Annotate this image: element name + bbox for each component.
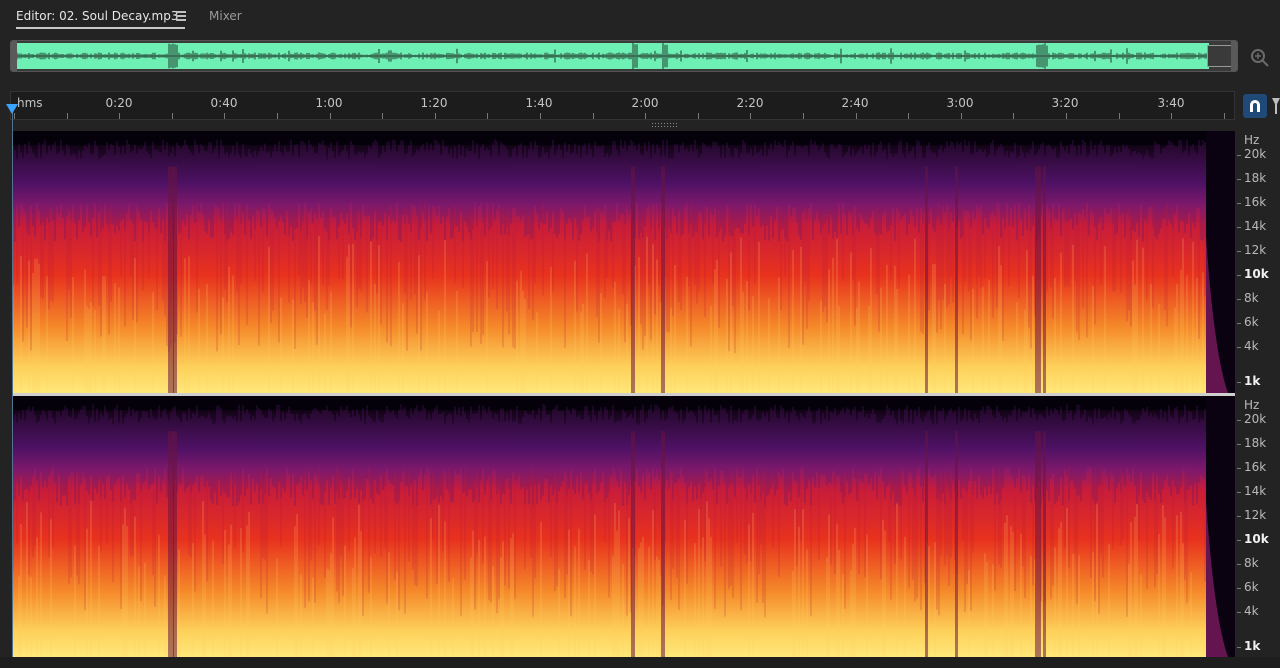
hz-label: 12k	[1244, 508, 1267, 522]
hz-label: 4k	[1244, 604, 1259, 618]
hz-tick	[1237, 251, 1241, 252]
overview-viewport-end[interactable]	[1207, 45, 1233, 67]
ruler-tick	[1224, 113, 1225, 119]
ruler-tick	[67, 113, 68, 119]
hz-label: 1k	[1244, 374, 1261, 388]
frequency-scale-channel-2[interactable]: Hz 20k 18k 16k 14k 12k 10k 8k 6k 4k 1k	[1237, 396, 1280, 657]
hz-label: 10k	[1244, 267, 1269, 281]
ruler-time-label: 3:20	[1051, 96, 1079, 110]
hz-label: 16k	[1244, 460, 1267, 474]
frequency-scale-channel-1[interactable]: Hz 20k 18k 16k 14k 12k 10k 8k 6k 4k 1k	[1237, 131, 1280, 393]
overview-waveform	[17, 43, 1209, 69]
hz-unit-label: Hz	[1244, 398, 1260, 412]
pane-splitter-grip[interactable]	[652, 123, 678, 127]
hz-label: 18k	[1244, 171, 1267, 185]
hz-tick	[1237, 540, 1241, 541]
snap-toggle-button[interactable]	[1243, 94, 1267, 118]
ruler-tick	[172, 113, 173, 119]
ruler-tick	[698, 113, 699, 119]
hz-label: 1k	[1244, 639, 1261, 653]
hz-tick	[1237, 179, 1241, 180]
ruler-tick	[224, 113, 225, 119]
ruler-tick	[908, 113, 909, 119]
tab-editor[interactable]: Editor: 02. Soul Decay.mp3	[16, 9, 179, 23]
spectrogram-image	[13, 396, 1235, 657]
overview-right-handle[interactable]	[1231, 41, 1237, 71]
hz-label: 14k	[1244, 219, 1267, 233]
ruler-tick	[961, 113, 962, 119]
hz-label: 18k	[1244, 436, 1267, 450]
ruler-tick	[119, 113, 120, 119]
ruler-time-label: 2:20	[736, 96, 764, 110]
ruler-tick	[1171, 113, 1172, 119]
ruler-tick	[1066, 113, 1067, 119]
ruler-time-label: 3:40	[1157, 96, 1185, 110]
hz-label: 16k	[1244, 195, 1267, 209]
ruler-time-label: 1:40	[525, 96, 553, 110]
ruler-tick	[593, 113, 594, 119]
ruler-tick	[277, 113, 278, 119]
hz-tick	[1237, 347, 1241, 348]
hz-tick	[1237, 492, 1241, 493]
filter-icon[interactable]	[1272, 96, 1280, 116]
tab-mixer[interactable]: Mixer	[209, 9, 242, 23]
ruler-tick	[435, 113, 436, 119]
hz-label: 8k	[1244, 291, 1259, 305]
hz-tick	[1237, 203, 1241, 204]
ruler-unit-label: hms	[17, 96, 43, 110]
hz-tick	[1237, 382, 1241, 383]
ruler-time-label: 0:40	[210, 96, 238, 110]
hz-label: 4k	[1244, 339, 1259, 353]
hz-tick	[1237, 299, 1241, 300]
ruler-tick	[1119, 113, 1120, 119]
hz-tick	[1237, 516, 1241, 517]
overview-navigator[interactable]	[10, 40, 1238, 72]
hz-tick	[1237, 564, 1241, 565]
spectrogram-channel-1[interactable]	[13, 131, 1235, 393]
hz-tick	[1237, 468, 1241, 469]
ruler-tick	[1013, 113, 1014, 119]
hz-tick	[1237, 275, 1241, 276]
ruler-tick	[803, 113, 804, 119]
magnet-icon	[1250, 100, 1260, 112]
spectrogram-channel-2[interactable]	[13, 396, 1235, 657]
hz-label: 12k	[1244, 243, 1267, 257]
ruler-time-label: 1:00	[315, 96, 343, 110]
active-tab-indicator	[16, 27, 185, 29]
hz-tick	[1237, 323, 1241, 324]
ruler-tick	[330, 113, 331, 119]
ruler-tick	[487, 113, 488, 119]
hz-label: 10k	[1244, 532, 1269, 546]
hz-tick	[1237, 227, 1241, 228]
hz-label: 20k	[1244, 412, 1267, 426]
hz-tick	[1237, 420, 1241, 421]
hz-label: 20k	[1244, 147, 1267, 161]
hz-tick	[1237, 612, 1241, 613]
hz-label: 8k	[1244, 556, 1259, 570]
editor-tab-bar: Editor: 02. Soul Decay.mp3 Mixer	[0, 0, 1280, 34]
ruler-time-label: 2:40	[841, 96, 869, 110]
time-ruler[interactable]: hms 0:20 0:40 1:00 1:20 1:40 2:00 2:20 2:40 3:00…	[10, 91, 1235, 120]
ruler-tick	[382, 113, 383, 119]
hz-tick	[1237, 588, 1241, 589]
bottom-strip	[0, 657, 1280, 668]
hz-label: 6k	[1244, 315, 1259, 329]
ruler-tick	[540, 113, 541, 119]
ruler-tick	[750, 113, 751, 119]
ruler-time-label: 0:20	[105, 96, 133, 110]
ruler-tick	[856, 113, 857, 119]
zoom-icon[interactable]	[1248, 46, 1270, 68]
ruler-time-label: 1:20	[420, 96, 448, 110]
ruler-tick	[645, 113, 646, 119]
hz-unit-label: Hz	[1244, 133, 1260, 147]
hz-label: 6k	[1244, 580, 1259, 594]
ruler-time-label: 3:00	[946, 96, 974, 110]
spectrogram-image	[13, 131, 1235, 393]
hz-tick	[1237, 647, 1241, 648]
hz-label: 14k	[1244, 484, 1267, 498]
hz-tick	[1237, 444, 1241, 445]
hamburger-icon[interactable]	[176, 11, 186, 21]
ruler-time-label: 2:00	[631, 96, 659, 110]
hz-tick	[1237, 155, 1241, 156]
